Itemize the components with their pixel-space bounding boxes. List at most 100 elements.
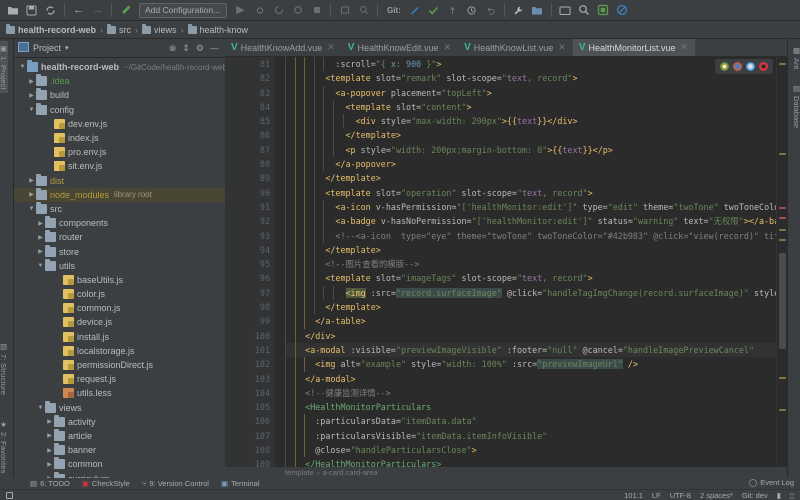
chevron-right-icon[interactable]: ▶ [27,78,36,85]
code-line[interactable]: <template slot="content"> [285,100,787,114]
tool-button-favorites[interactable]: ★ 2: Favorites [0,417,8,477]
gutter-line-number[interactable]: 101⊖ [225,343,275,357]
tool-button-version-control[interactable]: ⑂ 9: Version Control [142,479,209,488]
gear-icon[interactable]: ⚙ [196,43,204,54]
code-line[interactable]: <!--<a-icon type="eye" theme="twoTone" t… [285,229,787,243]
chevron-down-icon[interactable]: ▼ [36,263,45,269]
code-line[interactable]: <a-modal :visible="previewImageVisible" … [285,343,787,357]
firefox-icon[interactable] [733,62,742,71]
settings-wrench-icon[interactable] [510,2,527,19]
code-line[interactable]: :scroll="{ x: 900 }"> [285,57,787,71]
back-arrow-icon[interactable]: ← [70,2,87,19]
build-hammer-icon[interactable] [117,2,134,19]
editor-tab-healthknowlist[interactable]: VHealthKnowList.vue✕ [458,39,573,56]
chevron-right-icon[interactable]: ▶ [45,432,54,439]
code-line[interactable]: <p style="width: 200px;margin-bottom: 0"… [285,143,787,157]
gutter-line-number[interactable]: 94 [225,243,275,257]
update-project-icon[interactable] [406,2,423,19]
gutter-line-number[interactable]: 82⊖ [225,71,275,85]
gutter-line-number[interactable]: 108 [225,443,275,457]
gutter-line-number[interactable]: 105⊖ [225,400,275,414]
gutter-line-number[interactable]: 103⊖ [225,372,275,386]
code-line[interactable]: :particularsVisible="itemData.itemInfoVi… [285,429,787,443]
debug-icon[interactable] [251,2,268,19]
tree-node-router[interactable]: ▶router [14,230,225,244]
chevron-right-icon[interactable]: ▶ [27,177,36,184]
tree-node-components[interactable]: ▶components [14,216,225,230]
tree-node--idea[interactable]: ▶.idea [14,74,225,88]
gutter-line-number[interactable]: 96⊖ [225,271,275,285]
tree-node-config[interactable]: ▼config [14,103,225,117]
chevron-right-icon[interactable]: ▶ [36,248,45,255]
rollback-icon[interactable] [482,2,499,19]
chevron-down-icon[interactable]: ▼ [27,206,36,212]
breadcrumb-item-health-know[interactable]: health-know [188,25,249,35]
code-line[interactable]: <template slot="imageTags" slot-scope="t… [285,271,787,285]
gutter-line-number[interactable]: 83⊖ [225,86,275,100]
code-line[interactable]: <a-icon v-hasPermission="['healthMonitor… [285,200,787,214]
project-structure-icon[interactable] [529,2,546,19]
magnifier-icon[interactable] [355,2,372,19]
tool-button-project[interactable]: ▣ 1: Project [0,41,8,93]
gutter-line-number[interactable]: 109⊖ [225,457,275,467]
tree-node-install-js[interactable]: install.js [14,330,225,344]
tree-node-device-js[interactable]: device.js [14,315,225,329]
search-icon[interactable] [576,2,593,19]
memory-indicator-icon[interactable] [6,492,13,499]
profiler-icon[interactable] [289,2,306,19]
tree-node-color-js[interactable]: color.js [14,287,225,301]
code-line[interactable]: <a-popover placement="topLeft"> [285,86,787,100]
chevron-down-icon[interactable]: ▼ [27,107,36,113]
block-icon[interactable] [614,2,631,19]
tree-node-dev-env-js[interactable]: dev.env.js [14,117,225,131]
editor-tab-healthknowadd[interactable]: VHealthKnowAdd.vue✕ [225,39,342,56]
editor-breadcrumb-item[interactable]: template [285,468,314,477]
tree-node-localstorage-js[interactable]: localstorage.js [14,344,225,358]
chevron-right-icon[interactable]: ▶ [36,220,45,227]
tree-node-dist[interactable]: ▶dist [14,174,225,188]
tree-node-common[interactable]: ▶common [14,457,225,471]
event-log-button[interactable]: ◯ Event Log [749,478,794,487]
expand-all-icon[interactable]: ⇕ [182,43,190,54]
tree-node-node-modules[interactable]: ▶node_moduleslibrary root [14,188,225,202]
editor-tab-healthmonitorlist[interactable]: VHealthMonitorList.vue✕ [573,39,695,56]
editor-code-area[interactable]: :scroll="{ x: 900 }"> <template slot="re… [275,57,787,467]
tree-node-utils-less[interactable]: utils.less [14,386,225,400]
ide-module-icon[interactable] [595,2,612,19]
gutter-line-number[interactable]: 99 [225,314,275,328]
tool-button-todo[interactable]: ▤ 6: TODO [30,479,70,488]
gutter-line-number[interactable]: 95 [225,257,275,271]
code-editor[interactable]: 8182⊖83⊖84⊖8586878889⊖90⊖919293949596⊖97… [225,57,787,467]
code-line[interactable]: <img :src="record.surfaceImage" @click="… [285,286,787,300]
line-separator[interactable]: LF [652,491,661,500]
scrollbar-thumb[interactable] [779,253,786,349]
tab-overflow-menu[interactable] [784,39,787,56]
push-icon[interactable] [444,2,461,19]
open-folder-icon[interactable] [4,2,21,19]
chevron-right-icon[interactable]: ▶ [45,418,54,425]
caret-position[interactable]: 101:1 [624,491,643,500]
close-icon[interactable]: ✕ [444,42,452,53]
breadcrumb-item-src[interactable]: src [107,25,131,35]
close-icon[interactable]: ✕ [327,42,335,53]
tool-button-terminal[interactable]: ▣ Terminal [221,479,259,488]
sync-icon[interactable] [42,2,59,19]
tree-node-banner[interactable]: ▶banner [14,443,225,457]
safari-icon[interactable] [746,62,755,71]
lock-icon[interactable]: ▮ [777,491,781,500]
tree-node-build[interactable]: ▶build [14,88,225,102]
gutter-line-number[interactable]: 85 [225,114,275,128]
chevron-down-icon[interactable]: ▼ [36,405,45,411]
tree-node-activity[interactable]: ▶activity [14,415,225,429]
close-icon[interactable]: ✕ [558,42,566,53]
tree-node-store[interactable]: ▶store [14,244,225,258]
attach-debugger-icon[interactable] [336,2,353,19]
tree-node-pro-env-js[interactable]: pro.env.js [14,145,225,159]
tree-node-utils[interactable]: ▼utils [14,259,225,273]
run-with-coverage-icon[interactable] [270,2,287,19]
code-line[interactable]: </HealthMonitorParticulars> [285,457,787,467]
project-tree[interactable]: ▼health-record-web~/GitCode/health-recor… [14,58,225,486]
history-clock-icon[interactable] [463,2,480,19]
code-line[interactable]: <HealthMonitorParticulars [285,400,787,414]
tool-button-database[interactable]: ▤ Database [792,81,800,131]
